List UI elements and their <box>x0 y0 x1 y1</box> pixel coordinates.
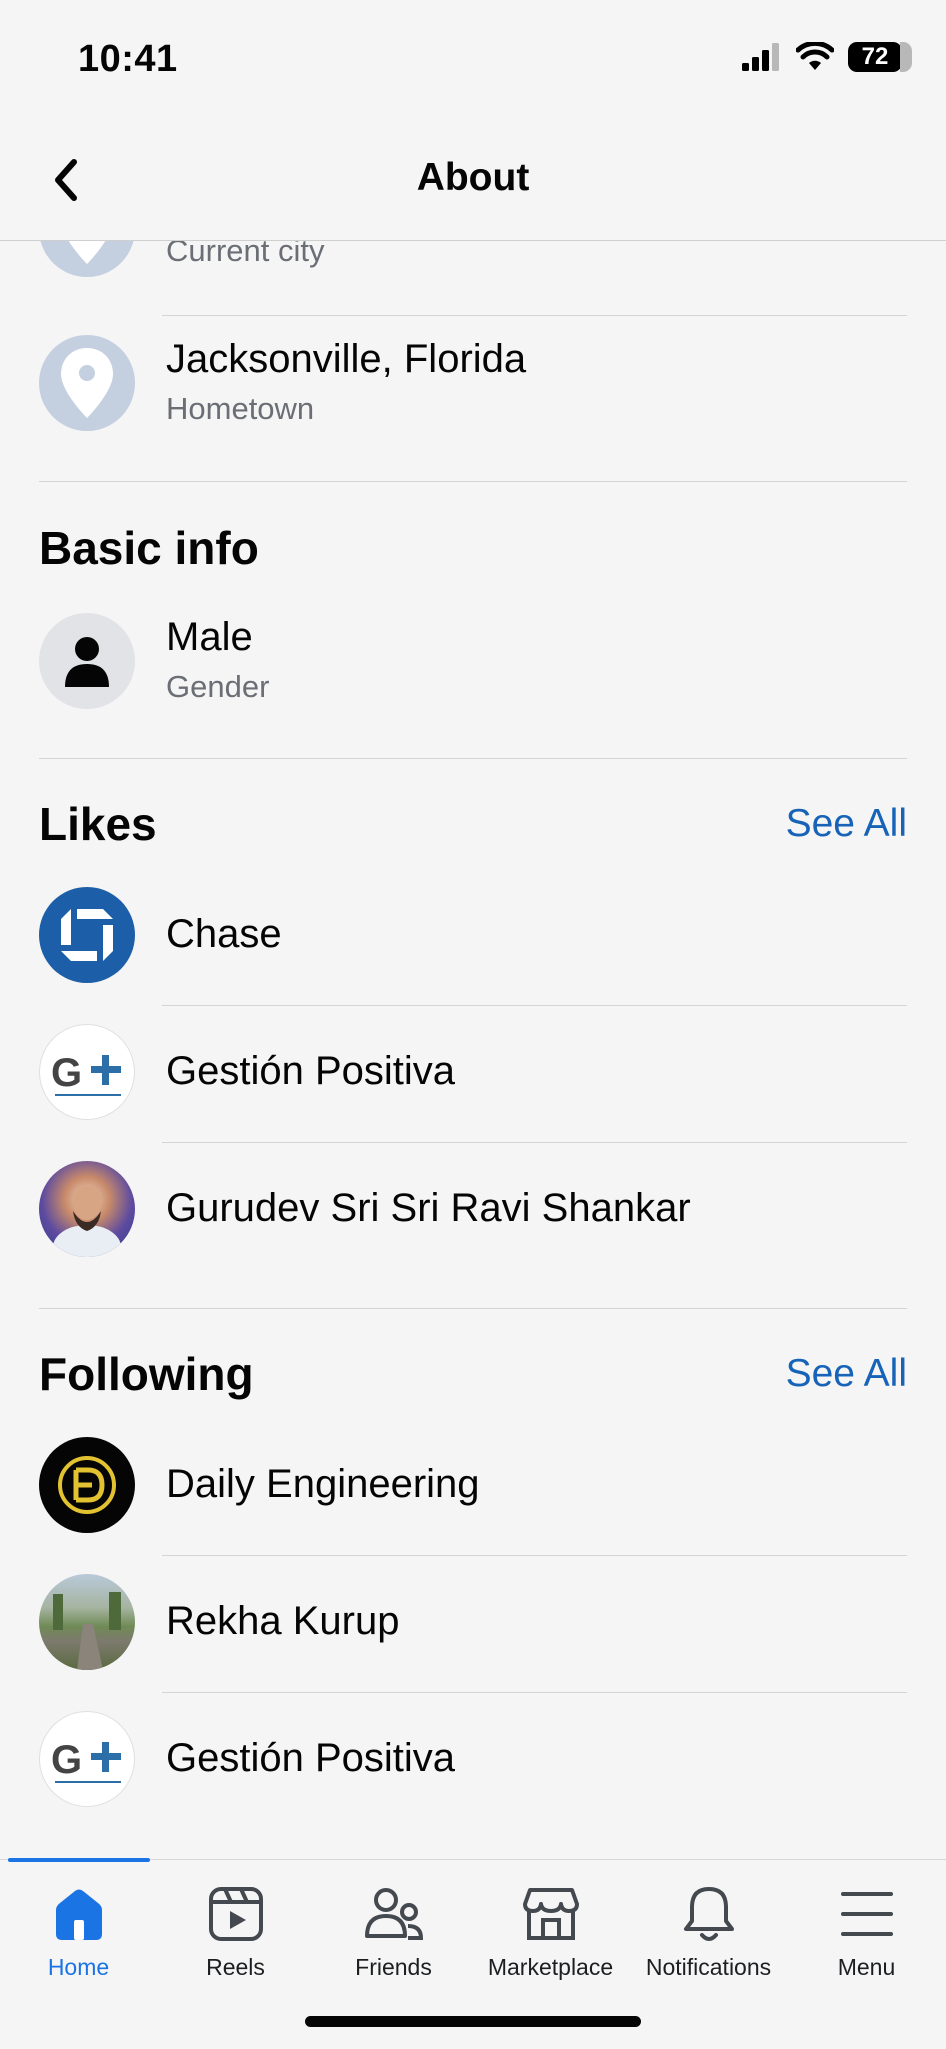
hometown-row[interactable]: Jacksonville, Florida Hometown <box>0 333 946 443</box>
svg-text:G: G <box>51 1738 82 1782</box>
gestion-positiva-logo-icon: G <box>39 1024 135 1120</box>
likes-list-item[interactable]: G Gestión Positiva <box>0 1022 946 1122</box>
navigation-header: About <box>0 120 946 241</box>
row-divider <box>162 315 907 316</box>
status-icons: 72 <box>742 42 912 72</box>
status-bar: 10:41 72 <box>0 0 946 120</box>
tab-home[interactable]: Home <box>0 1884 157 1994</box>
profile-photo <box>39 1574 135 1670</box>
tab-reels[interactable]: Reels <box>157 1884 314 1994</box>
following-list-item[interactable]: G Gestión Positiva <box>0 1709 946 1809</box>
person-icon <box>39 613 135 709</box>
tab-menu[interactable]: Menu <box>788 1884 945 1994</box>
battery-remaining <box>900 42 912 72</box>
home-icon <box>49 1884 109 1944</box>
bell-icon <box>679 1884 739 1944</box>
following-title: Following <box>39 1348 254 1400</box>
friends-icon <box>364 1884 424 1944</box>
following-see-all-link[interactable]: See All <box>786 1352 907 1396</box>
row-divider <box>162 1555 907 1556</box>
active-tab-indicator <box>8 1858 150 1862</box>
likes-title: Likes <box>39 798 157 850</box>
like-name: Gestión Positiva <box>166 1049 456 1093</box>
reels-icon <box>206 1884 266 1944</box>
profile-photo <box>39 1161 135 1257</box>
tab-notifications-label: Notifications <box>645 1954 772 1980</box>
hometown-name: Jacksonville, Florida <box>166 337 527 381</box>
row-divider <box>162 1692 907 1693</box>
tab-notifications[interactable]: Notifications <box>630 1884 787 1994</box>
page-title: About <box>416 156 530 199</box>
hamburger-menu-icon <box>837 1884 897 1944</box>
status-time: 10:41 <box>78 38 178 80</box>
tab-friends[interactable]: Friends <box>315 1884 472 1994</box>
like-name: Gurudev Sri Sri Ravi Shankar <box>166 1186 691 1230</box>
hometown-label: Hometown <box>166 391 315 426</box>
gender-row: Male Gender <box>0 611 946 711</box>
home-indicator <box>305 2016 641 2027</box>
tab-reels-label: Reels <box>206 1954 265 1980</box>
following-list-item[interactable]: Daily Engineering <box>0 1435 946 1535</box>
tab-home-label: Home <box>47 1954 110 1980</box>
likes-see-all-link[interactable]: See All <box>786 802 907 846</box>
following-list-item[interactable]: Rekha Kurup <box>0 1572 946 1672</box>
following-name: Rekha Kurup <box>166 1599 400 1643</box>
tab-menu-label: Menu <box>837 1954 896 1980</box>
tab-marketplace-label: Marketplace <box>487 1954 614 1980</box>
gestion-positiva-logo-icon: G <box>39 1711 135 1807</box>
svg-text:G: G <box>51 1051 82 1095</box>
location-pin-icon <box>39 335 135 431</box>
following-name: Daily Engineering <box>166 1462 480 1506</box>
marketplace-icon <box>521 1884 581 1944</box>
section-divider <box>39 1308 907 1309</box>
current-city-label: Current city <box>166 241 325 268</box>
row-divider <box>162 1142 907 1143</box>
current-city-row[interactable]: Current city <box>0 241 946 301</box>
likes-list-item[interactable]: Chase <box>0 885 946 985</box>
like-name: Chase <box>166 912 282 956</box>
likes-list-item[interactable]: Gurudev Sri Sri Ravi Shankar <box>0 1159 946 1259</box>
following-name: Gestión Positiva <box>166 1736 456 1780</box>
about-content[interactable]: Current city Jacksonville, Florida Homet… <box>0 241 946 1859</box>
section-divider <box>39 758 907 759</box>
basic-info-title: Basic info <box>39 522 259 574</box>
gender-value: Male <box>166 615 253 659</box>
chase-logo-icon <box>39 887 135 983</box>
section-divider <box>39 481 907 482</box>
battery-level: 72 <box>861 43 889 70</box>
cellular-signal-icon <box>742 43 779 71</box>
tab-friends-label: Friends <box>355 1954 432 1980</box>
tab-marketplace[interactable]: Marketplace <box>472 1884 629 1994</box>
daily-engineering-logo-icon <box>39 1437 135 1533</box>
battery-indicator: 72 <box>848 42 912 72</box>
location-pin-icon <box>39 241 135 277</box>
gender-label: Gender <box>166 669 270 704</box>
wifi-icon <box>796 42 834 70</box>
row-divider <box>162 1005 907 1006</box>
